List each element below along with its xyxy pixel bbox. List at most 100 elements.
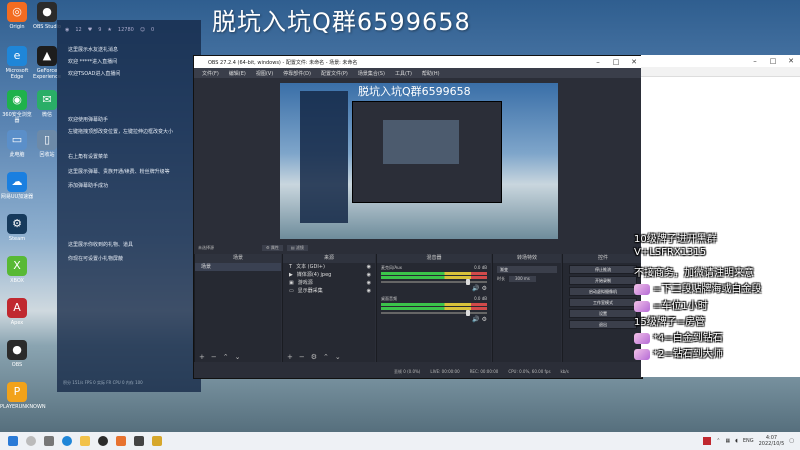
add-icon[interactable]: + xyxy=(287,353,293,361)
duration-label: 时长 xyxy=(497,276,505,281)
obs-preview[interactable]: 脱坑入坑Q群6599658 xyxy=(280,83,558,239)
volume-meter xyxy=(381,276,487,279)
mixer-channel: 桌面音频 0.0 dB 🔊 ⚙ xyxy=(377,294,491,325)
desktop-icon-obs[interactable]: ● OBS xyxy=(0,340,34,368)
channel-controls: 🔊 ⚙ xyxy=(381,316,487,323)
settings-button[interactable]: 设置 xyxy=(569,309,637,318)
virtual-camera-button[interactable]: 启动虚拟摄像机 xyxy=(569,287,637,296)
studio-mode-button[interactable]: 工作室模式 xyxy=(569,298,637,307)
chevron-up-icon[interactable]: ⌃ xyxy=(716,438,720,444)
overlay-line-text: *2=钻石到大师 xyxy=(653,349,723,360)
tray-apex-icon[interactable] xyxy=(703,437,712,445)
notification-icon[interactable]: ▢ xyxy=(789,438,794,444)
search-icon[interactable] xyxy=(26,436,36,446)
source-item[interactable]: ▣ 游戏源 ◉ xyxy=(283,279,375,287)
menu-view[interactable]: 视图(V) xyxy=(256,70,273,77)
channel-db: 0.0 dB xyxy=(474,296,487,301)
like-icon: ♥ xyxy=(87,27,93,33)
app-taskbar-icon[interactable] xyxy=(116,436,126,446)
app-taskbar-icon[interactable] xyxy=(134,436,144,446)
network-icon[interactable]: ▦ xyxy=(725,438,730,444)
start-recording-button[interactable]: 开始录制 xyxy=(569,276,637,285)
chat-message: 右上角有设置菜单 xyxy=(68,154,109,160)
overlay-line-text: *4=白金到钻石 xyxy=(653,333,723,344)
danmaku-chat-panel[interactable]: ◉ 12 ♥ 9 ★ 12780 ☺ 0 这里展示水友送礼消息 欢迎 *****进入直播… xyxy=(57,20,201,392)
minimize-icon[interactable]: – xyxy=(746,55,764,67)
source-item[interactable]: T 文本 (GDI+) ◉ xyxy=(283,263,375,271)
clock[interactable]: 4:07 2022/10/5 xyxy=(759,435,785,447)
scene-item[interactable]: 场景 xyxy=(195,263,281,271)
desktop-icon-label: PLAYERUNKNOWN xyxy=(0,404,46,410)
visibility-icon[interactable]: ◉ xyxy=(367,263,371,271)
desktop-icon-360安全浏览器[interactable]: ◉ 360安全浏览器 xyxy=(0,90,34,124)
preview-side-text xyxy=(508,103,556,213)
move-up-icon[interactable]: ⌃ xyxy=(223,353,229,361)
menu-edit[interactable]: 编辑(E) xyxy=(229,70,246,77)
visibility-icon[interactable]: ◉ xyxy=(367,271,371,279)
maximize-icon[interactable]: □ xyxy=(608,56,624,68)
remove-icon[interactable]: − xyxy=(211,353,217,361)
speaker-icon[interactable]: 🔊 xyxy=(472,285,479,292)
count-gifts: 12780 xyxy=(117,27,134,33)
remove-icon[interactable]: − xyxy=(299,353,305,361)
gear-icon[interactable]: ⚙ xyxy=(311,353,317,361)
menu-tools[interactable]: 工具(T) xyxy=(395,70,412,77)
maximize-icon[interactable]: □ xyxy=(764,55,782,67)
gear-icon[interactable]: ⚙ xyxy=(482,285,487,292)
slider-knob[interactable] xyxy=(465,279,470,285)
obs-window[interactable]: OBS 27.2.4 (64-bit, windows) - 配置文件: 未命名… xyxy=(193,55,643,379)
volume-icon[interactable]: ◖ xyxy=(735,438,738,444)
menu-docks[interactable]: 停靠部件(D) xyxy=(283,70,311,77)
move-down-icon[interactable]: ⌄ xyxy=(235,353,241,361)
slider-knob[interactable] xyxy=(465,310,470,316)
move-up-icon[interactable]: ⌃ xyxy=(323,353,329,361)
source-item[interactable]: ▭ 显示器采集 ◉ xyxy=(283,287,375,295)
desktop-icon-origin[interactable]: ◎ Origin xyxy=(0,2,34,30)
desktop-icon-网易uu加速器[interactable]: ☁ 网易UU加速器 xyxy=(0,172,34,200)
move-down-icon[interactable]: ⌄ xyxy=(335,353,341,361)
desktop-icon-此电脑[interactable]: ▭ 此电脑 xyxy=(0,130,34,158)
stop-streaming-button[interactable]: 停止推流 xyxy=(569,265,637,274)
desktop-icon-xbox[interactable]: X XBOX xyxy=(0,256,34,284)
visibility-icon[interactable]: ◉ xyxy=(367,287,371,295)
explorer-icon[interactable] xyxy=(80,436,90,446)
taskview-icon[interactable] xyxy=(44,436,54,446)
add-icon[interactable]: + xyxy=(199,353,205,361)
start-icon[interactable] xyxy=(8,436,18,446)
duration-input[interactable]: 300 ms xyxy=(509,276,536,282)
app-icon: ☁ xyxy=(7,172,27,192)
app-icon: ✉ xyxy=(37,90,57,110)
count-likes: 9 xyxy=(98,27,102,33)
chat-message: 左键拖拽顶部改变位置，左键拉伸边框改变大小 xyxy=(68,129,174,135)
scenes-header: 场景 xyxy=(195,254,281,263)
desktop-icon-apex[interactable]: A Apex xyxy=(0,298,34,326)
exit-button[interactable]: 退出 xyxy=(569,320,637,329)
overlay-line: =车位1小时 xyxy=(634,297,708,312)
transition-select[interactable]: 渐变 xyxy=(497,266,557,273)
source-label: 游戏源 xyxy=(297,280,313,286)
desktop-icon-label: Apex xyxy=(10,320,24,326)
close-icon[interactable]: ✕ xyxy=(782,55,800,67)
desktop-icon-playerunknown[interactable]: P PLAYERUNKNOWN xyxy=(0,382,46,410)
menu-scene-collection[interactable]: 场景集合(S) xyxy=(358,70,385,77)
obs-taskbar-icon[interactable] xyxy=(98,436,108,446)
speaker-icon[interactable]: 🔊 xyxy=(472,316,479,323)
close-icon[interactable]: ✕ xyxy=(626,56,642,68)
obs-titlebar[interactable]: OBS 27.2.4 (64-bit, windows) - 配置文件: 未命名… xyxy=(194,56,642,68)
desktop-icon-microsoft-edge[interactable]: e Microsoft Edge xyxy=(0,46,34,80)
source-item[interactable]: ▶ 媒体源(4) jpeg ◉ xyxy=(283,271,375,279)
properties-button[interactable]: ⚙ 属性 xyxy=(262,244,283,251)
app-taskbar-icon[interactable] xyxy=(152,436,162,446)
volume-slider[interactable] xyxy=(381,279,487,285)
language-indicator[interactable]: ENG xyxy=(743,438,754,444)
menu-help[interactable]: 帮助(H) xyxy=(422,70,440,77)
visibility-icon[interactable]: ◉ xyxy=(367,279,371,287)
edge-icon[interactable] xyxy=(62,436,72,446)
volume-slider[interactable] xyxy=(381,310,487,316)
desktop-icon-steam[interactable]: ⚙ Steam xyxy=(0,214,34,242)
gear-icon[interactable]: ⚙ xyxy=(482,316,487,323)
menu-profile[interactable]: 配置文件(P) xyxy=(321,70,348,77)
filters-button[interactable]: ▤ 滤镜 xyxy=(286,244,308,251)
minimize-icon[interactable]: – xyxy=(590,56,606,68)
menu-file[interactable]: 文件(F) xyxy=(202,70,219,77)
